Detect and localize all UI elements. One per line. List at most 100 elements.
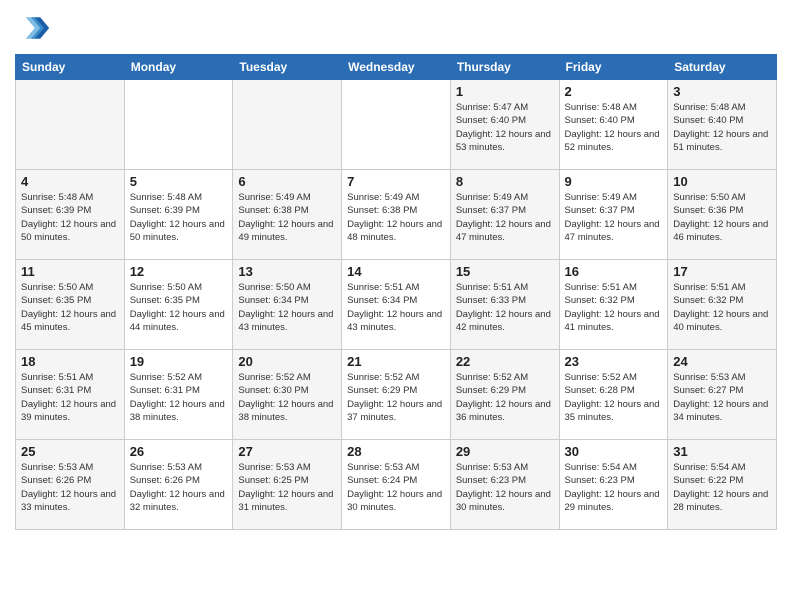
day-cell-21: 21 Sunrise: 5:52 AM Sunset: 6:29 PM Dayli… <box>342 350 451 440</box>
day-cell-25: 25 Sunrise: 5:53 AM Sunset: 6:26 PM Dayli… <box>16 440 125 530</box>
day-number: 3 <box>673 84 771 99</box>
day-number: 4 <box>21 174 119 189</box>
day-cell-6: 6 Sunrise: 5:49 AM Sunset: 6:38 PM Daylig… <box>233 170 342 260</box>
calendar-table: SundayMondayTuesdayWednesdayThursdayFrid… <box>15 54 777 530</box>
day-info: Sunrise: 5:48 AM Sunset: 6:39 PM Dayligh… <box>21 191 119 244</box>
day-cell-3: 3 Sunrise: 5:48 AM Sunset: 6:40 PM Daylig… <box>668 80 777 170</box>
empty-cell <box>233 80 342 170</box>
day-number: 28 <box>347 444 445 459</box>
day-number: 9 <box>565 174 663 189</box>
empty-cell <box>16 80 125 170</box>
day-info: Sunrise: 5:49 AM Sunset: 6:38 PM Dayligh… <box>238 191 336 244</box>
day-cell-14: 14 Sunrise: 5:51 AM Sunset: 6:34 PM Dayli… <box>342 260 451 350</box>
day-info: Sunrise: 5:49 AM Sunset: 6:37 PM Dayligh… <box>565 191 663 244</box>
col-header-tuesday: Tuesday <box>233 55 342 80</box>
logo <box>15 10 55 46</box>
day-info: Sunrise: 5:52 AM Sunset: 6:29 PM Dayligh… <box>347 371 445 424</box>
day-number: 27 <box>238 444 336 459</box>
day-cell-24: 24 Sunrise: 5:53 AM Sunset: 6:27 PM Dayli… <box>668 350 777 440</box>
day-cell-2: 2Sunrise: 5:48 AM Sunset: 6:40 PM Daylig… <box>559 80 668 170</box>
day-number: 21 <box>347 354 445 369</box>
day-cell-17: 17 Sunrise: 5:51 AM Sunset: 6:32 PM Dayli… <box>668 260 777 350</box>
day-number: 12 <box>130 264 228 279</box>
header-row: SundayMondayTuesdayWednesdayThursdayFrid… <box>16 55 777 80</box>
logo-icon <box>15 10 51 46</box>
col-header-monday: Monday <box>124 55 233 80</box>
day-number: 23 <box>565 354 663 369</box>
day-info: Sunrise: 5:48 AM Sunset: 6:40 PM Dayligh… <box>673 101 771 154</box>
day-cell-10: 10 Sunrise: 5:50 AM Sunset: 6:36 PM Dayli… <box>668 170 777 260</box>
day-info: Sunrise: 5:47 AM Sunset: 6:40 PM Dayligh… <box>456 101 554 154</box>
day-info: Sunrise: 5:50 AM Sunset: 6:34 PM Dayligh… <box>238 281 336 334</box>
day-info: Sunrise: 5:51 AM Sunset: 6:31 PM Dayligh… <box>21 371 119 424</box>
day-info: Sunrise: 5:54 AM Sunset: 6:23 PM Dayligh… <box>565 461 663 514</box>
day-cell-22: 22Sunrise: 5:52 AM Sunset: 6:29 PM Dayli… <box>450 350 559 440</box>
day-cell-31: 31Sunrise: 5:54 AM Sunset: 6:22 PM Dayli… <box>668 440 777 530</box>
day-info: Sunrise: 5:51 AM Sunset: 6:33 PM Dayligh… <box>456 281 554 334</box>
day-cell-4: 4 Sunrise: 5:48 AM Sunset: 6:39 PM Daylig… <box>16 170 125 260</box>
week-row-2: 4 Sunrise: 5:48 AM Sunset: 6:39 PM Daylig… <box>16 170 777 260</box>
day-cell-13: 13 Sunrise: 5:50 AM Sunset: 6:34 PM Dayli… <box>233 260 342 350</box>
day-number: 17 <box>673 264 771 279</box>
day-info: Sunrise: 5:52 AM Sunset: 6:30 PM Dayligh… <box>238 371 336 424</box>
day-number: 2 <box>565 84 663 99</box>
day-cell-30: 30 Sunrise: 5:54 AM Sunset: 6:23 PM Dayli… <box>559 440 668 530</box>
day-number: 6 <box>238 174 336 189</box>
day-number: 1 <box>456 84 554 99</box>
day-number: 30 <box>565 444 663 459</box>
day-number: 8 <box>456 174 554 189</box>
day-number: 22 <box>456 354 554 369</box>
page-header <box>15 10 777 46</box>
day-number: 15 <box>456 264 554 279</box>
day-number: 13 <box>238 264 336 279</box>
day-info: Sunrise: 5:51 AM Sunset: 6:32 PM Dayligh… <box>673 281 771 334</box>
day-info: Sunrise: 5:54 AM Sunset: 6:22 PM Dayligh… <box>673 461 771 514</box>
day-cell-27: 27 Sunrise: 5:53 AM Sunset: 6:25 PM Dayli… <box>233 440 342 530</box>
day-info: Sunrise: 5:49 AM Sunset: 6:37 PM Dayligh… <box>456 191 554 244</box>
day-info: Sunrise: 5:53 AM Sunset: 6:25 PM Dayligh… <box>238 461 336 514</box>
day-info: Sunrise: 5:51 AM Sunset: 6:32 PM Dayligh… <box>565 281 663 334</box>
col-header-saturday: Saturday <box>668 55 777 80</box>
day-number: 19 <box>130 354 228 369</box>
day-info: Sunrise: 5:50 AM Sunset: 6:35 PM Dayligh… <box>130 281 228 334</box>
day-cell-16: 16Sunrise: 5:51 AM Sunset: 6:32 PM Dayli… <box>559 260 668 350</box>
day-cell-9: 9 Sunrise: 5:49 AM Sunset: 6:37 PM Daylig… <box>559 170 668 260</box>
day-info: Sunrise: 5:50 AM Sunset: 6:35 PM Dayligh… <box>21 281 119 334</box>
day-cell-7: 7Sunrise: 5:49 AM Sunset: 6:38 PM Daylig… <box>342 170 451 260</box>
day-number: 26 <box>130 444 228 459</box>
day-number: 29 <box>456 444 554 459</box>
day-cell-23: 23 Sunrise: 5:52 AM Sunset: 6:28 PM Dayli… <box>559 350 668 440</box>
day-number: 18 <box>21 354 119 369</box>
day-cell-19: 19 Sunrise: 5:52 AM Sunset: 6:31 PM Dayli… <box>124 350 233 440</box>
day-number: 25 <box>21 444 119 459</box>
day-number: 14 <box>347 264 445 279</box>
day-info: Sunrise: 5:53 AM Sunset: 6:23 PM Dayligh… <box>456 461 554 514</box>
week-row-3: 11 Sunrise: 5:50 AM Sunset: 6:35 PM Dayli… <box>16 260 777 350</box>
week-row-5: 25 Sunrise: 5:53 AM Sunset: 6:26 PM Dayli… <box>16 440 777 530</box>
day-info: Sunrise: 5:53 AM Sunset: 6:26 PM Dayligh… <box>21 461 119 514</box>
day-number: 10 <box>673 174 771 189</box>
day-info: Sunrise: 5:53 AM Sunset: 6:24 PM Dayligh… <box>347 461 445 514</box>
day-cell-11: 11 Sunrise: 5:50 AM Sunset: 6:35 PM Dayli… <box>16 260 125 350</box>
day-cell-1: 1 Sunrise: 5:47 AM Sunset: 6:40 PM Daylig… <box>450 80 559 170</box>
day-number: 11 <box>21 264 119 279</box>
day-cell-20: 20 Sunrise: 5:52 AM Sunset: 6:30 PM Dayli… <box>233 350 342 440</box>
day-info: Sunrise: 5:51 AM Sunset: 6:34 PM Dayligh… <box>347 281 445 334</box>
day-number: 20 <box>238 354 336 369</box>
day-info: Sunrise: 5:50 AM Sunset: 6:36 PM Dayligh… <box>673 191 771 244</box>
empty-cell <box>342 80 451 170</box>
day-info: Sunrise: 5:49 AM Sunset: 6:38 PM Dayligh… <box>347 191 445 244</box>
col-header-sunday: Sunday <box>16 55 125 80</box>
day-info: Sunrise: 5:53 AM Sunset: 6:27 PM Dayligh… <box>673 371 771 424</box>
col-header-wednesday: Wednesday <box>342 55 451 80</box>
day-cell-5: 5Sunrise: 5:48 AM Sunset: 6:39 PM Daylig… <box>124 170 233 260</box>
day-number: 24 <box>673 354 771 369</box>
empty-cell <box>124 80 233 170</box>
col-header-thursday: Thursday <box>450 55 559 80</box>
day-cell-29: 29 Sunrise: 5:53 AM Sunset: 6:23 PM Dayli… <box>450 440 559 530</box>
week-row-1: 1 Sunrise: 5:47 AM Sunset: 6:40 PM Daylig… <box>16 80 777 170</box>
day-cell-12: 12 Sunrise: 5:50 AM Sunset: 6:35 PM Dayli… <box>124 260 233 350</box>
day-info: Sunrise: 5:52 AM Sunset: 6:28 PM Dayligh… <box>565 371 663 424</box>
day-info: Sunrise: 5:52 AM Sunset: 6:31 PM Dayligh… <box>130 371 228 424</box>
week-row-4: 18 Sunrise: 5:51 AM Sunset: 6:31 PM Dayli… <box>16 350 777 440</box>
